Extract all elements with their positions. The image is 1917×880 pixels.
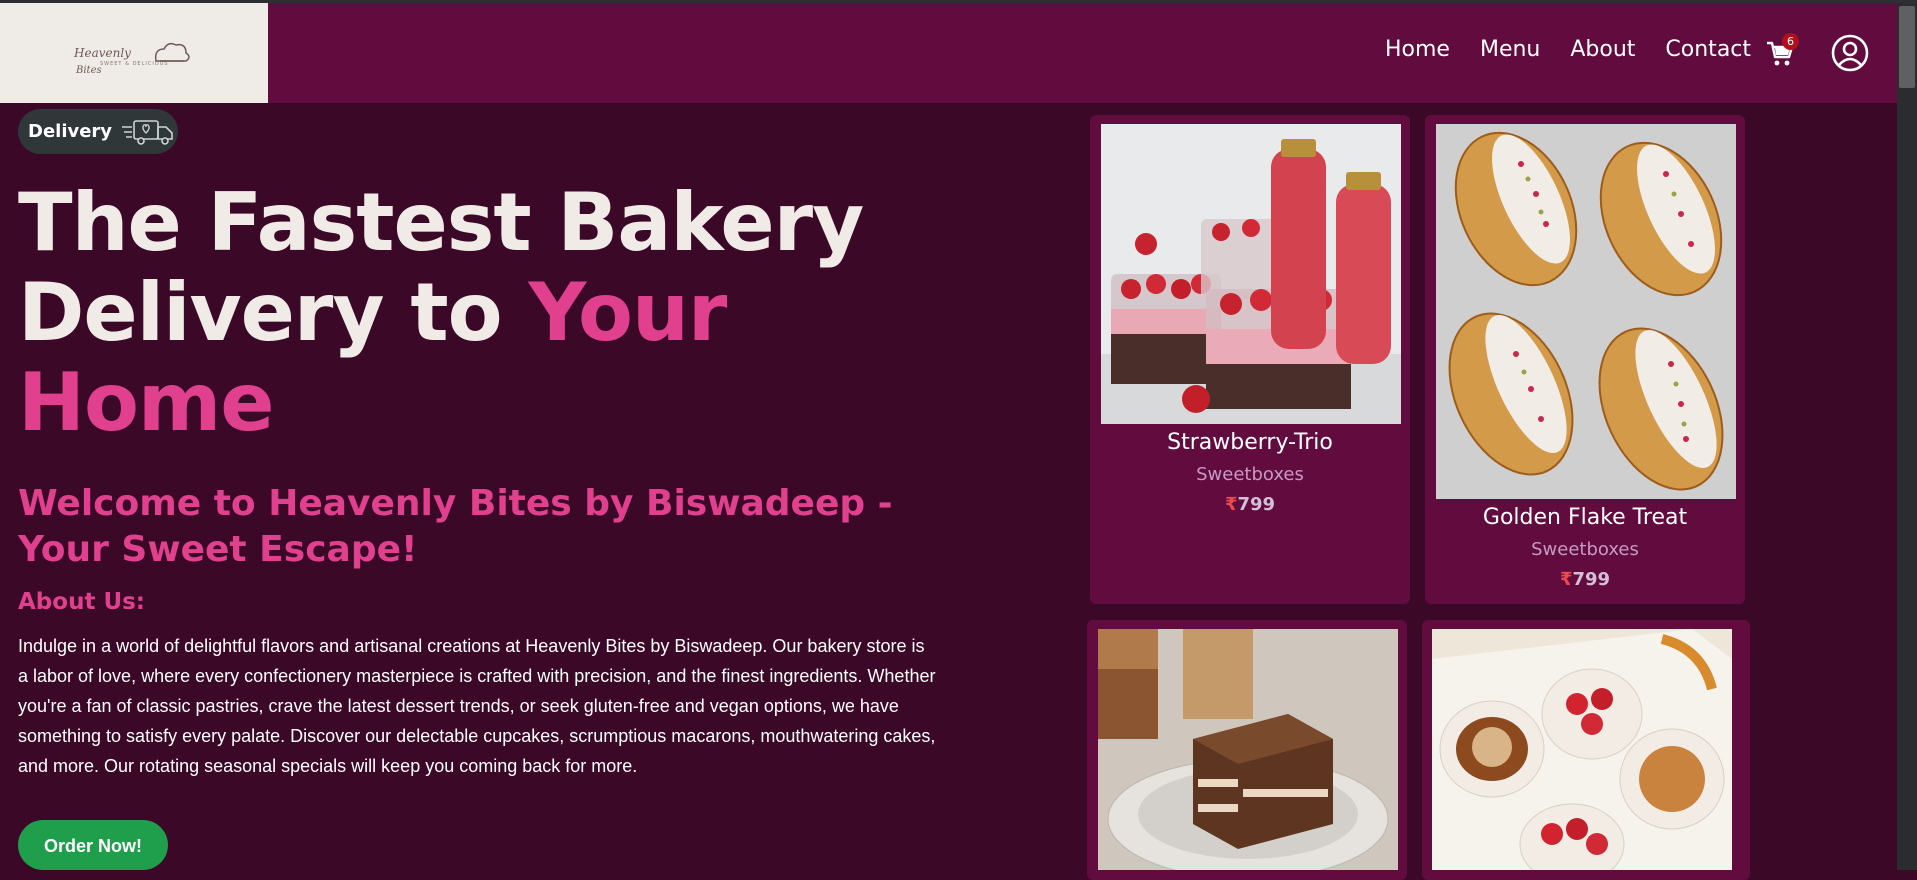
scrollbar-track[interactable] <box>1897 3 1917 870</box>
nav-about[interactable]: About <box>1570 37 1635 62</box>
scrollbar-thumb[interactable] <box>1899 6 1915 88</box>
product-card[interactable] <box>1422 620 1750 880</box>
product-card[interactable]: Golden Flake Treat Sweetboxes ₹799 <box>1425 115 1745 604</box>
chef-hat-icon <box>154 42 190 62</box>
delivery-badge: Delivery <box>18 109 178 154</box>
product-card[interactable]: Strawberry-Trio Sweetboxes ₹799 <box>1090 115 1410 604</box>
nav-links: Home Menu About Contact <box>1385 37 1781 62</box>
logo[interactable]: Heavenly SWEET & DELICIOUS Bites <box>0 3 268 103</box>
product-category: Sweetboxes <box>1531 539 1639 560</box>
price-value: 799 <box>1237 494 1276 515</box>
hero-title: The Fastest Bakery Delivery to Your Home <box>18 178 918 448</box>
product-image <box>1432 629 1732 870</box>
nav-menu[interactable]: Menu <box>1480 37 1540 62</box>
nav-contact[interactable]: Contact <box>1665 37 1751 62</box>
product-image <box>1436 124 1736 499</box>
user-account-button[interactable] <box>1831 34 1869 72</box>
cart-count-badge: 6 <box>1782 33 1799 50</box>
logo-line1: Heavenly <box>74 46 131 60</box>
currency-symbol: ₹ <box>1559 569 1573 590</box>
product-image <box>1101 124 1401 424</box>
delivery-truck-icon <box>122 119 173 145</box>
product-name: Golden Flake Treat <box>1482 505 1688 530</box>
product-price: ₹799 <box>1090 494 1410 515</box>
order-now-button[interactable]: Order Now! <box>18 820 168 870</box>
user-circle-icon <box>1831 34 1869 72</box>
product-image <box>1098 629 1398 870</box>
hero-title-line2: Delivery to <box>18 266 529 359</box>
hero-title-line1: The Fastest Bakery <box>18 176 864 269</box>
navbar: Heavenly SWEET & DELICIOUS Bites Home Me… <box>0 3 1897 103</box>
product-category: Sweetboxes <box>1196 464 1304 485</box>
product-price: ₹799 <box>1425 569 1745 590</box>
cart-button[interactable]: 6 <box>1765 33 1799 70</box>
price-value: 799 <box>1572 569 1611 590</box>
currency-symbol: ₹ <box>1224 494 1238 515</box>
product-name: Strawberry-Trio <box>1167 430 1333 455</box>
about-text: Indulge in a world of delightful flavors… <box>18 636 936 776</box>
nav-home[interactable]: Home <box>1385 37 1450 62</box>
about-heading: About Us: <box>18 589 146 615</box>
welcome-heading: Welcome to Heavenly Bites by Biswadeep -… <box>18 483 893 570</box>
delivery-badge-label: Delivery <box>28 121 113 142</box>
product-card[interactable] <box>1087 620 1407 880</box>
logo-line2: Bites <box>76 65 102 76</box>
